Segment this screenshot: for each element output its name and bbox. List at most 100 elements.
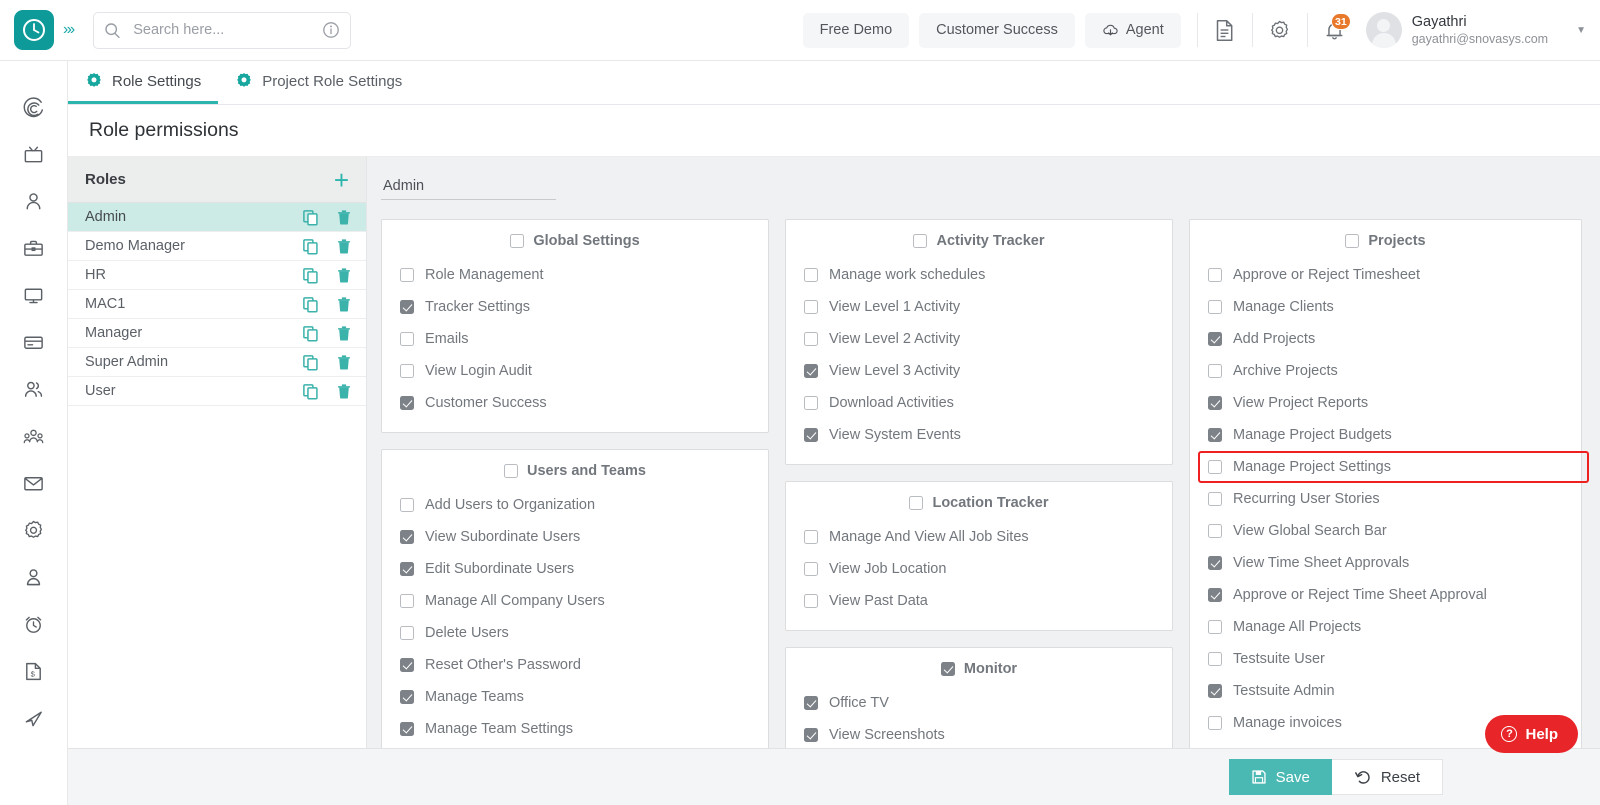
role-name-input[interactable] xyxy=(381,178,556,200)
permission-option[interactable]: Download Activities xyxy=(786,387,1172,419)
copy-role-button[interactable] xyxy=(302,296,319,313)
permission-checkbox[interactable] xyxy=(400,396,414,410)
permission-option[interactable]: View Level 2 Activity xyxy=(786,323,1172,355)
sidebar-item-mail[interactable] xyxy=(12,460,56,507)
sidebar-item-monitor[interactable] xyxy=(12,272,56,319)
permission-checkbox[interactable] xyxy=(400,722,414,736)
settings-button[interactable] xyxy=(1259,9,1301,51)
permission-checkbox[interactable] xyxy=(1208,620,1222,634)
permission-option[interactable]: Manage And View All Job Sites xyxy=(786,521,1172,553)
permission-option[interactable]: Archive Projects xyxy=(1190,355,1581,387)
permission-checkbox[interactable] xyxy=(400,364,414,378)
permission-checkbox[interactable] xyxy=(804,594,818,608)
customer-success-button[interactable]: Customer Success xyxy=(919,13,1075,48)
permission-option[interactable]: Edit Subordinate Users xyxy=(382,553,768,585)
permission-option[interactable]: Recurring User Stories xyxy=(1190,483,1581,515)
permission-checkbox[interactable] xyxy=(400,268,414,282)
permission-checkbox[interactable] xyxy=(804,696,818,710)
copy-role-button[interactable] xyxy=(302,354,319,371)
chevron-down-icon[interactable]: ▼ xyxy=(1576,25,1586,36)
permission-checkbox[interactable] xyxy=(804,428,818,442)
permission-card-header[interactable]: Location Tracker xyxy=(786,495,1172,511)
documents-button[interactable] xyxy=(1204,9,1246,51)
permission-option[interactable]: Manage Clients xyxy=(1190,291,1581,323)
user-info[interactable]: Gayathri gayathri@snovasys.com xyxy=(1412,13,1548,47)
permission-option[interactable]: Manage work schedules xyxy=(786,259,1172,291)
permission-option[interactable]: View Level 1 Activity xyxy=(786,291,1172,323)
add-role-button[interactable]: + xyxy=(334,167,349,193)
permission-card-header[interactable]: Activity Tracker xyxy=(786,233,1172,249)
avatar[interactable] xyxy=(1366,12,1402,48)
info-circle-icon[interactable] xyxy=(322,21,340,39)
permission-checkbox[interactable] xyxy=(1208,652,1222,666)
chevron-double-right-icon[interactable]: »› xyxy=(63,21,73,39)
free-demo-button[interactable]: Free Demo xyxy=(803,13,910,48)
delete-role-button[interactable] xyxy=(336,354,352,371)
role-row[interactable]: User xyxy=(68,377,366,406)
agent-button[interactable]: Agent xyxy=(1085,13,1181,48)
permission-option[interactable]: View Screenshots xyxy=(786,719,1172,748)
permission-option[interactable]: Manage Project Budgets xyxy=(1190,419,1581,451)
permission-option[interactable]: View Level 3 Activity xyxy=(786,355,1172,387)
permission-option[interactable]: View Time Sheet Approvals xyxy=(1190,547,1581,579)
delete-role-button[interactable] xyxy=(336,325,352,342)
permission-checkbox[interactable] xyxy=(400,594,414,608)
permission-option[interactable]: View Project Reports xyxy=(1190,387,1581,419)
permission-checkbox[interactable] xyxy=(400,300,414,314)
role-row[interactable]: Admin xyxy=(68,203,366,232)
sidebar-item-users[interactable] xyxy=(12,178,56,225)
copy-role-button[interactable] xyxy=(302,209,319,226)
role-row[interactable]: Manager xyxy=(68,319,366,348)
sidebar-item-teams[interactable] xyxy=(12,366,56,413)
permission-checkbox[interactable] xyxy=(804,364,818,378)
permission-checkbox[interactable] xyxy=(804,268,818,282)
permission-checkbox[interactable] xyxy=(1208,556,1222,570)
group-checkbox[interactable] xyxy=(1345,234,1359,248)
permission-option[interactable]: Office TV xyxy=(786,687,1172,719)
role-row[interactable]: Demo Manager xyxy=(68,232,366,261)
sidebar-item-billing[interactable] xyxy=(12,319,56,366)
permission-checkbox[interactable] xyxy=(400,690,414,704)
help-button[interactable]: ? Help xyxy=(1485,715,1578,753)
group-checkbox[interactable] xyxy=(909,496,923,510)
permission-checkbox[interactable] xyxy=(400,562,414,576)
save-button[interactable]: Save xyxy=(1229,759,1332,795)
permission-checkbox[interactable] xyxy=(804,332,818,346)
delete-role-button[interactable] xyxy=(336,209,352,226)
sidebar-item-settings[interactable] xyxy=(12,507,56,554)
permission-option[interactable]: Manage All Projects xyxy=(1190,611,1581,643)
permission-option[interactable]: View Job Location xyxy=(786,553,1172,585)
permission-checkbox[interactable] xyxy=(1208,396,1222,410)
permission-checkbox[interactable] xyxy=(400,658,414,672)
permission-checkbox[interactable] xyxy=(400,626,414,640)
reset-button[interactable]: Reset xyxy=(1332,759,1443,795)
permission-option[interactable]: Customer Success xyxy=(382,387,768,419)
permission-option[interactable]: Reset Other's Password xyxy=(382,649,768,681)
role-row[interactable]: Super Admin xyxy=(68,348,366,377)
group-checkbox[interactable] xyxy=(504,464,518,478)
sidebar-item-office-tv[interactable] xyxy=(12,131,56,178)
permission-option[interactable]: Delete Users xyxy=(382,617,768,649)
permission-checkbox[interactable] xyxy=(1208,268,1222,282)
permission-option[interactable]: Approve or Reject Time Sheet Approval xyxy=(1190,579,1581,611)
permission-option[interactable]: Add Users to Organization xyxy=(382,489,768,521)
tab-project-role-settings[interactable]: Project Role Settings xyxy=(218,61,419,104)
permission-option[interactable]: Manage Project Settings xyxy=(1190,451,1581,483)
permission-checkbox[interactable] xyxy=(804,562,818,576)
permission-option[interactable]: View Past Data xyxy=(786,585,1172,617)
permission-checkbox[interactable] xyxy=(400,332,414,346)
group-checkbox[interactable] xyxy=(510,234,524,248)
permission-option[interactable]: Manage All Company Users xyxy=(382,585,768,617)
permission-card-header[interactable]: Projects xyxy=(1190,233,1581,249)
permission-card-header[interactable]: Users and Teams xyxy=(382,463,768,479)
permission-option[interactable]: View Login Audit xyxy=(382,355,768,387)
app-logo[interactable] xyxy=(14,10,54,50)
permission-option[interactable]: Testsuite User xyxy=(1190,643,1581,675)
permission-checkbox[interactable] xyxy=(1208,460,1222,474)
permission-option[interactable]: View System Events xyxy=(786,419,1172,451)
permission-checkbox[interactable] xyxy=(804,300,818,314)
permission-checkbox[interactable] xyxy=(1208,716,1222,730)
permission-checkbox[interactable] xyxy=(1208,524,1222,538)
permission-option[interactable]: Role Management xyxy=(382,259,768,291)
search-input[interactable] xyxy=(133,22,322,38)
